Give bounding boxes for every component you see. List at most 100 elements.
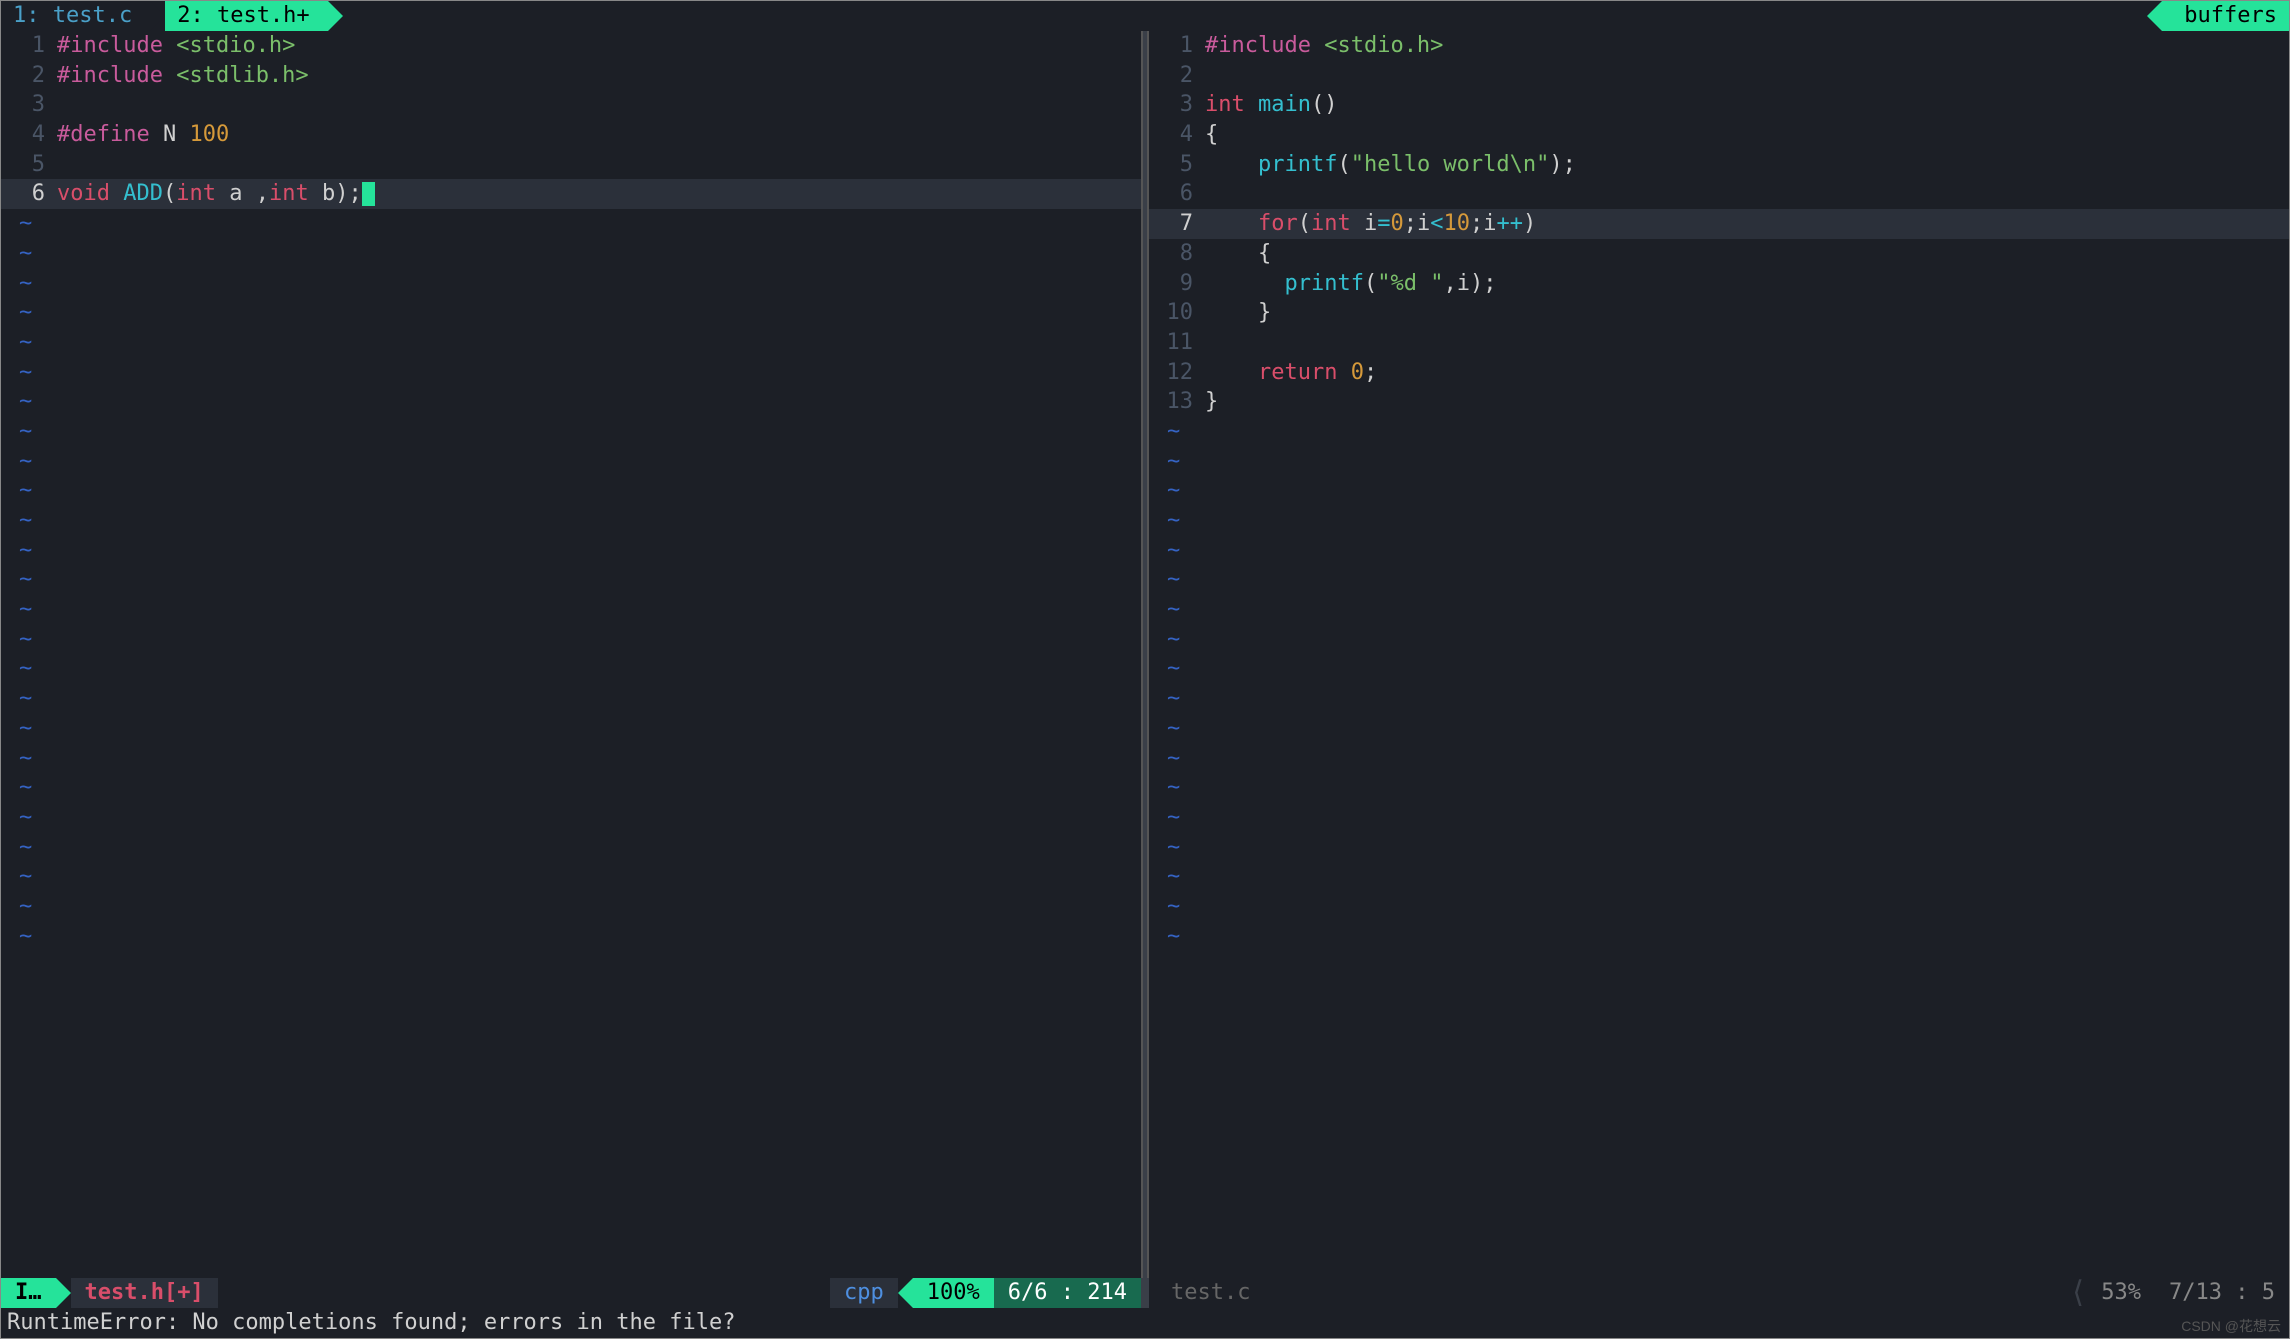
tilde-icon: ~ <box>1 565 32 595</box>
pane-left[interactable]: 1#include <stdio.h>2#include <stdlib.h>3… <box>1 31 1141 1278</box>
tilde-icon: ~ <box>1149 684 1180 714</box>
tilde-icon: ~ <box>1 862 32 892</box>
line-content[interactable]: printf("%d ",i); <box>1205 269 2289 299</box>
empty-line: ~ <box>1149 862 2289 892</box>
empty-line: ~ <box>1 892 1141 922</box>
line-number: 8 <box>1149 239 1205 269</box>
code-line[interactable]: 1#include <stdio.h> <box>1149 31 2289 61</box>
status-position-text: 6/6 : 214 <box>1008 1278 1127 1308</box>
line-content[interactable]: printf("hello world\n"); <box>1205 150 2289 180</box>
code-line[interactable]: 1#include <stdio.h> <box>1 31 1141 61</box>
line-content[interactable]: } <box>1205 298 2289 328</box>
tilde-icon: ~ <box>1 328 32 358</box>
line-number: 5 <box>1149 150 1205 180</box>
line-number: 6 <box>1149 179 1205 209</box>
empty-line: ~ <box>1 269 1141 299</box>
code-line[interactable]: 10 } <box>1149 298 2289 328</box>
code-line[interactable]: 12 return 0; <box>1149 358 2289 388</box>
code-line[interactable]: 6 <box>1149 179 2289 209</box>
tilde-icon: ~ <box>1149 714 1180 744</box>
code-line[interactable]: 3int main() <box>1149 90 2289 120</box>
code-line[interactable]: 7 for(int i=0;i<10;i++) <box>1149 209 2289 239</box>
line-content[interactable]: { <box>1205 120 2289 150</box>
line-content[interactable] <box>1205 61 2289 91</box>
tilde-icon: ~ <box>1149 417 1180 447</box>
empty-line: ~ <box>1149 654 2289 684</box>
status-percent: 100% <box>913 1278 994 1308</box>
line-number: 2 <box>1 61 57 91</box>
tilde-icon: ~ <box>1149 654 1180 684</box>
line-content[interactable]: #include <stdio.h> <box>57 31 1141 61</box>
code-line[interactable]: 2 <box>1149 61 2289 91</box>
code-line[interactable]: 5 <box>1 150 1141 180</box>
line-content[interactable] <box>57 150 1141 180</box>
tilde-icon: ~ <box>1149 773 1180 803</box>
tilde-icon: ~ <box>1 358 32 388</box>
line-content[interactable]: { <box>1205 239 2289 269</box>
tilde-icon: ~ <box>1 447 32 477</box>
code-line[interactable]: 6void ADD(int a ,int b); <box>1 179 1141 209</box>
tilde-icon: ~ <box>1149 744 1180 774</box>
line-content[interactable]: #define N 100 <box>57 120 1141 150</box>
status-filename-text: test.c <box>1171 1278 1250 1308</box>
tilde-icon: ~ <box>1 922 32 952</box>
line-content[interactable]: int main() <box>1205 90 2289 120</box>
line-content[interactable] <box>1205 328 2289 358</box>
tilde-icon: ~ <box>1149 892 1180 922</box>
empty-line: ~ <box>1 565 1141 595</box>
tilde-icon: ~ <box>1 744 32 774</box>
buffers-badge[interactable]: buffers <box>2162 1 2289 31</box>
code-line[interactable]: 3 <box>1 90 1141 120</box>
line-content[interactable]: for(int i=0;i<10;i++) <box>1205 209 2289 239</box>
tilde-icon: ~ <box>1149 595 1180 625</box>
code-line[interactable]: 11 <box>1149 328 2289 358</box>
line-number: 4 <box>1149 120 1205 150</box>
tab-label: 1: test.c <box>13 1 132 31</box>
line-content[interactable]: #include <stdio.h> <box>1205 31 2289 61</box>
line-number: 4 <box>1 120 57 150</box>
code-line[interactable]: 8 { <box>1149 239 2289 269</box>
empty-line: ~ <box>1149 565 2289 595</box>
line-content[interactable]: void ADD(int a ,int b); <box>57 179 1141 209</box>
code-line[interactable]: 9 printf("%d ",i); <box>1149 269 2289 299</box>
tilde-icon: ~ <box>1 387 32 417</box>
tab-test-h[interactable]: 2: test.h+ <box>165 1 327 31</box>
code-line[interactable]: 5 printf("hello world\n"); <box>1149 150 2289 180</box>
pane-right[interactable]: 1#include <stdio.h>23int main()4{5 print… <box>1149 31 2289 1278</box>
mode-text: I… <box>15 1278 42 1308</box>
vim-window[interactable]: 1: test.c 2: test.h+ buffers 1#include <… <box>0 0 2290 1339</box>
empty-line: ~ <box>1 298 1141 328</box>
line-number: 10 <box>1149 298 1205 328</box>
line-content[interactable]: } <box>1205 387 2289 417</box>
status-filetype: cpp <box>830 1278 898 1308</box>
empty-line: ~ <box>1 239 1141 269</box>
line-content[interactable]: return 0; <box>1205 358 2289 388</box>
line-content[interactable] <box>57 90 1141 120</box>
line-content[interactable] <box>1205 179 2289 209</box>
code-line[interactable]: 2#include <stdlib.h> <box>1 61 1141 91</box>
buffers-label: buffers <box>2184 1 2277 31</box>
tilde-icon: ~ <box>1149 536 1180 566</box>
tilde-icon: ~ <box>1 833 32 863</box>
pane-divider[interactable] <box>1141 31 1149 1278</box>
tilde-icon: ~ <box>1 892 32 922</box>
line-number: 1 <box>1 31 57 61</box>
code-left[interactable]: 1#include <stdio.h>2#include <stdlib.h>3… <box>1 31 1141 1278</box>
code-line[interactable]: 13} <box>1149 387 2289 417</box>
code-right[interactable]: 1#include <stdio.h>23int main()4{5 print… <box>1149 31 2289 1278</box>
tilde-icon: ~ <box>1 773 32 803</box>
tilde-icon: ~ <box>1 269 32 299</box>
line-content[interactable]: #include <stdlib.h> <box>57 61 1141 91</box>
status-filename: test.c <box>1149 1278 1264 1308</box>
empty-line: ~ <box>1149 714 2289 744</box>
tilde-icon: ~ <box>1149 447 1180 477</box>
code-line[interactable]: 4{ <box>1149 120 2289 150</box>
statusline-left: I… test.h[+] cpp 100% 6/6 : 214 <box>1 1278 1141 1308</box>
tab-test-c[interactable]: 1: test.c <box>1 1 150 31</box>
tilde-icon: ~ <box>1 417 32 447</box>
code-line[interactable]: 4#define N 100 <box>1 120 1141 150</box>
empty-line: ~ <box>1 654 1141 684</box>
empty-line: ~ <box>1 714 1141 744</box>
command-line[interactable]: RuntimeError: No completions found; erro… <box>1 1308 2289 1338</box>
empty-line: ~ <box>1149 625 2289 655</box>
